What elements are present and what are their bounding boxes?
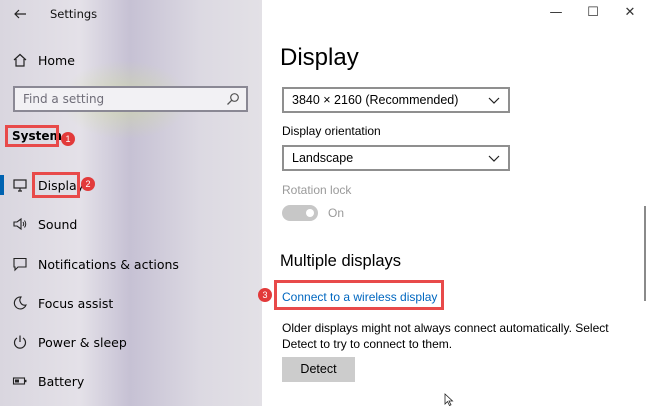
sidebar-item-label: Power & sleep xyxy=(38,334,127,350)
highlight-box-system xyxy=(5,125,59,147)
home-icon xyxy=(13,53,27,67)
detect-button[interactable]: Detect xyxy=(282,357,355,382)
monitor-icon xyxy=(13,179,27,192)
sidebar-item-home[interactable]: Home xyxy=(0,46,262,74)
step-badge-1: 1 xyxy=(61,132,75,146)
step-badge-2: 2 xyxy=(81,177,95,191)
sidebar-item-battery[interactable]: Battery xyxy=(0,367,262,395)
connect-wireless-display-link[interactable]: Connect to a wireless display xyxy=(282,290,437,304)
mouse-cursor-icon xyxy=(444,393,454,406)
page-title: Display xyxy=(280,44,359,71)
clipped-scrolled-label xyxy=(280,70,340,78)
app-title: Settings xyxy=(50,7,98,21)
chevron-down-icon xyxy=(488,155,500,162)
resolution-value: 3840 × 2160 (Recommended) xyxy=(292,93,459,107)
orientation-value: Landscape xyxy=(292,151,354,165)
minimize-button[interactable]: — xyxy=(546,5,566,21)
close-button[interactable]: ✕ xyxy=(620,5,640,21)
sidebar-item-label: Focus assist xyxy=(38,295,114,311)
sidebar-item-label: Battery xyxy=(38,373,85,389)
battery-icon xyxy=(12,377,27,385)
sidebar-item-label: Home xyxy=(38,52,75,68)
rotation-lock-label: Rotation lock xyxy=(282,183,352,197)
scrollbar[interactable] xyxy=(644,206,646,301)
back-arrow-icon[interactable] xyxy=(12,6,28,22)
search-icon[interactable] xyxy=(226,92,240,106)
sidebar-item-label: Sound xyxy=(38,216,78,232)
rotation-lock-state: On xyxy=(328,206,345,220)
rotation-lock-toggle[interactable] xyxy=(282,205,318,221)
resolution-dropdown[interactable]: 3840 × 2160 (Recommended) xyxy=(282,87,510,113)
main-panel: — ☐ ✕ Display 3840 × 2160 (Recommended) … xyxy=(258,0,650,406)
sidebar-item-power-sleep[interactable]: Power & sleep xyxy=(0,328,262,356)
sidebar-item-sound[interactable]: Sound xyxy=(0,210,262,238)
search-placeholder: Find a setting xyxy=(23,92,105,106)
search-input[interactable]: Find a setting xyxy=(13,86,248,112)
title-bar: Settings xyxy=(0,0,262,30)
toggle-knob xyxy=(306,209,314,217)
moon-icon xyxy=(13,296,27,310)
detect-description: Older displays might not always connect … xyxy=(282,321,609,351)
notification-icon xyxy=(13,257,27,272)
multiple-displays-heading: Multiple displays xyxy=(280,252,402,270)
highlight-box-display xyxy=(32,172,80,198)
power-icon xyxy=(13,335,27,349)
sidebar-item-notifications[interactable]: Notifications & actions xyxy=(0,250,262,278)
maximize-button[interactable]: ☐ xyxy=(583,5,603,21)
sidebar-item-focus-assist[interactable]: Focus assist xyxy=(0,289,262,317)
speaker-icon xyxy=(13,217,27,231)
sidebar: Settings Home Find a setting System 1 Di… xyxy=(0,0,262,406)
chevron-down-icon xyxy=(488,97,500,104)
orientation-label: Display orientation xyxy=(282,124,381,138)
orientation-dropdown[interactable]: Landscape xyxy=(282,145,510,171)
sidebar-item-label: Notifications & actions xyxy=(38,256,179,272)
step-badge-3: 3 xyxy=(258,288,272,302)
